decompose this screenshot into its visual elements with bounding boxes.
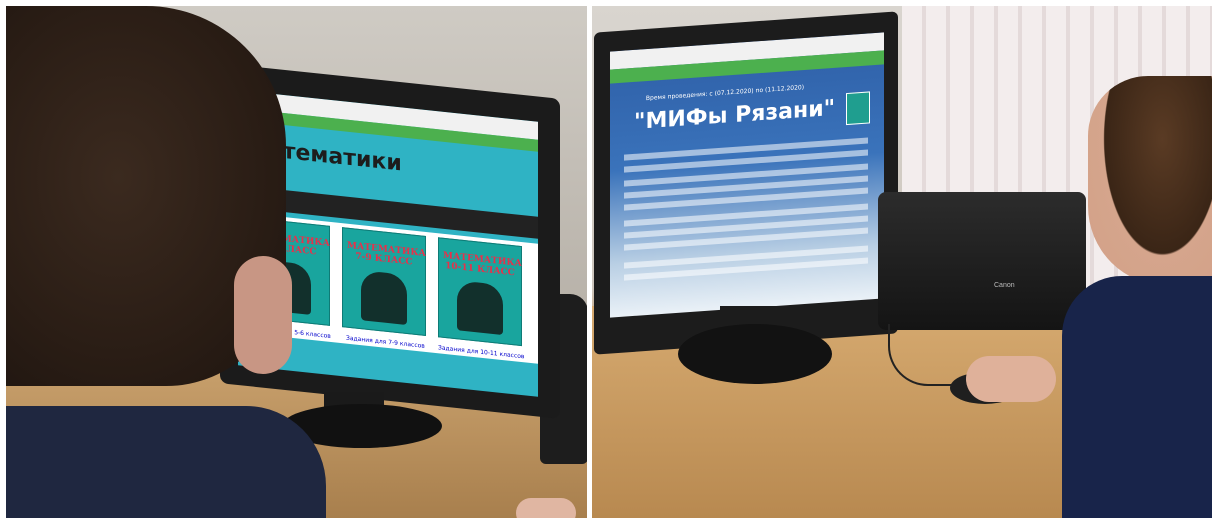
monitor-base xyxy=(678,324,832,384)
hand xyxy=(516,498,576,518)
figure-icon xyxy=(361,270,407,325)
quest-logo-icon xyxy=(846,91,870,126)
student-ear xyxy=(234,256,292,374)
printer xyxy=(878,192,1086,330)
hand xyxy=(966,356,1056,402)
student-shoulders xyxy=(6,406,326,518)
screen-title: "МИФы Рязани" xyxy=(634,95,836,135)
card-title: МАТЕМАТИКА 10-11 КЛАСС xyxy=(443,250,522,279)
right-photo: Время проведения: с (07.12.2020) по (11.… xyxy=(592,6,1212,518)
printer-brand: Canon xyxy=(994,282,1015,289)
figure-icon xyxy=(457,280,503,336)
monitor-screen: Время проведения: с (07.12.2020) по (11.… xyxy=(610,32,884,318)
math-card: МАТЕМАТИКА 10-11 КЛАСС xyxy=(438,237,522,347)
student-head xyxy=(1088,76,1212,286)
student-body xyxy=(1062,276,1212,518)
left-photo: Математики МАТЕМАТИКА 5-6 КЛАСС МАТЕМАТИ… xyxy=(6,6,587,518)
card-title: МАТЕМАТИКА 7-9 КЛАСС xyxy=(347,240,426,268)
math-card: МАТЕМАТИКА 7-9 КЛАСС xyxy=(342,227,426,336)
